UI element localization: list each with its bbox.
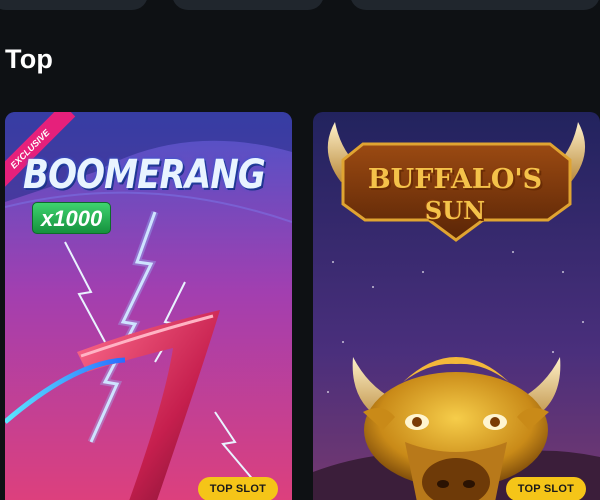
filter-pill[interactable] [350, 0, 600, 10]
top-slot-badge: TOP SLOT [197, 477, 278, 500]
game-card-buffalos-sun[interactable]: BUFFALO'S SUN TOP SLOT [313, 112, 600, 500]
game-logo: BUFFALO'S SUN [341, 152, 569, 236]
multiplier-badge: x1000 [32, 202, 112, 234]
filter-pill[interactable] [0, 0, 148, 10]
top-slot-badge: TOP SLOT [505, 477, 586, 500]
game-logo: BOOMERANG [23, 152, 266, 198]
game-card-boomerang[interactable]: EXCLUSIVE BOOMERANG x1000 TOP SLOT [5, 112, 292, 500]
section-title: Top [5, 44, 54, 74]
game-logo-line1: BUFFALO'S [367, 164, 543, 195]
filter-pill[interactable] [172, 0, 324, 10]
game-logo-line2: SUN [424, 196, 486, 225]
